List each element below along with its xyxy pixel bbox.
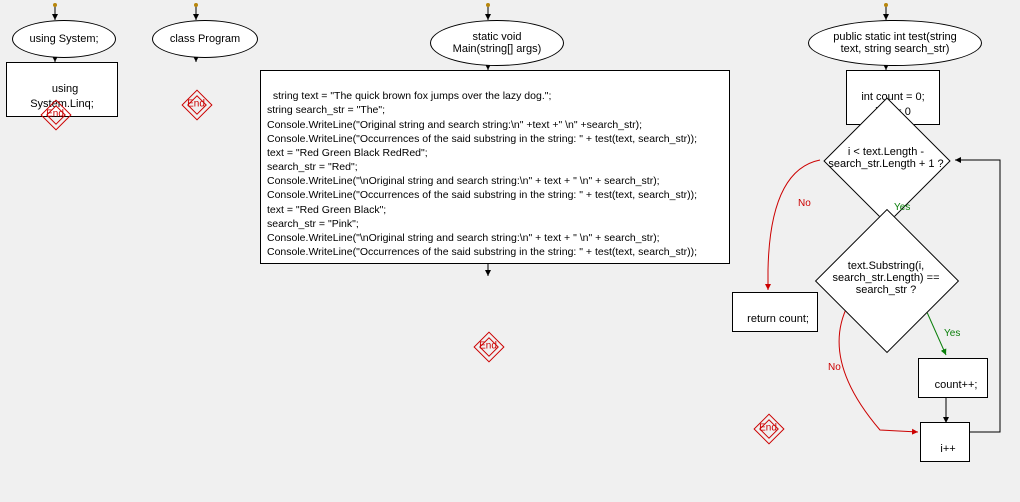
ellipse-label: class Program xyxy=(170,33,240,45)
ellipse-label: static void Main(string[] args) xyxy=(453,31,542,55)
rect-label: i++ xyxy=(940,443,955,455)
end-label: End xyxy=(759,423,777,434)
ellipse-class-program: class Program xyxy=(152,20,258,58)
end-node-4: End xyxy=(754,414,782,442)
edge-yes-2: Yes xyxy=(944,328,960,339)
edge-yes-1: Yes xyxy=(894,202,910,213)
end-label: End xyxy=(479,341,497,352)
end-node-2: End xyxy=(182,90,210,118)
decision-label: i < text.Length - search_str.Length + 1 … xyxy=(816,146,956,170)
rect-return: return count; xyxy=(732,292,818,332)
rect-i-incr: i++ xyxy=(920,422,970,462)
ellipse-main: static void Main(string[] args) xyxy=(430,20,564,66)
ellipse-test-fn: public static int test(string text, stri… xyxy=(808,20,982,66)
ellipse-using-system: using System; xyxy=(12,20,116,58)
rect-count-incr: count++; xyxy=(918,358,988,398)
rect-label: return count; xyxy=(747,313,809,325)
end-label: End xyxy=(187,99,205,110)
end-node-3: End xyxy=(474,332,502,360)
edge-no-1: No xyxy=(798,198,811,209)
edge-no-2: No xyxy=(828,362,841,373)
end-node-1: End xyxy=(41,100,69,128)
ellipse-label: using System; xyxy=(29,33,98,45)
ellipse-label: public static int test(string text, stri… xyxy=(833,31,957,55)
rect-main-body: string text = "The quick brown fox jumps… xyxy=(260,70,730,264)
rect-label: string text = "The quick brown fox jumps… xyxy=(267,90,697,258)
end-label: End xyxy=(46,109,64,120)
decision-label: text.Substring(i, search_str.Length) == … xyxy=(814,260,958,296)
rect-label: count++; xyxy=(935,379,978,391)
